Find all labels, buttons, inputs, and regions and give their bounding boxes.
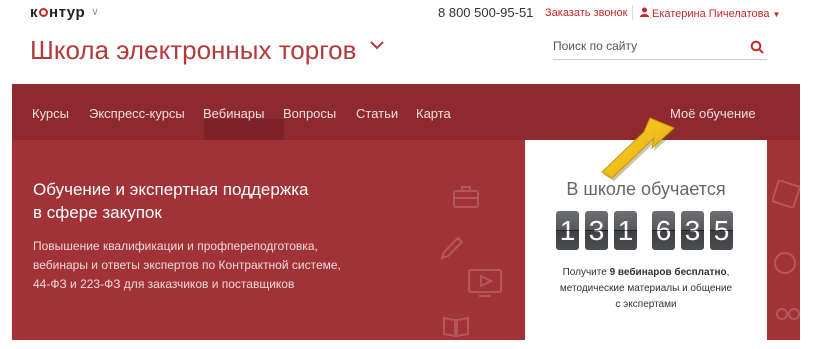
page-title[interactable]: Школа электронных торгов — [30, 35, 356, 66]
nav-item-articles[interactable]: Статьи — [356, 106, 398, 121]
law-document-icon — [772, 180, 800, 208]
kontur-logo[interactable]: к нтур — [30, 4, 85, 21]
counter-digit: 1 — [556, 211, 579, 250]
logo-text-end: нтур — [49, 4, 86, 21]
pencil-icon — [440, 236, 464, 260]
counter-digit: 3 — [585, 211, 608, 250]
free-webinars-text: 9 вебинаров бесплатно — [609, 267, 727, 278]
briefcase-icon — [453, 186, 479, 208]
nav-active-indicator — [204, 119, 284, 140]
video-screen-icon — [468, 269, 502, 297]
search-box[interactable] — [553, 34, 767, 60]
counter-note-line: Получите 9 вебинаров бесплатно, — [535, 265, 757, 281]
search-input[interactable] — [553, 34, 733, 58]
nav-item-courses[interactable]: Курсы — [32, 106, 69, 121]
logo-text-start: к — [30, 4, 39, 21]
counter-digit: 3 — [681, 211, 704, 250]
header-divider — [632, 5, 633, 20]
hero-heading-line: Обучение и экспертная поддержка — [33, 180, 309, 199]
user-icon — [640, 7, 649, 20]
logo-circle-icon — [39, 8, 49, 17]
products-chevron-icon[interactable]: ∨ — [91, 5, 99, 18]
nav-item-webinars[interactable]: Вебинары — [203, 106, 264, 121]
hero-description-line: вебинары и ответы экспертов по Контрактн… — [33, 258, 341, 272]
book-icon — [443, 316, 469, 338]
hero-heading-line: в сфере закупок — [33, 203, 162, 222]
counter-note: Получите 9 вебинаров бесплатно, методиче… — [535, 265, 757, 313]
main-nav: Курсы Экспресс-курсы Вебинары Вопросы Ст… — [12, 84, 800, 140]
yellow-pointer-arrow-icon — [601, 117, 676, 181]
counter-note-prefix: Получите — [562, 267, 610, 278]
counter-digit: 5 — [710, 211, 733, 250]
counter-digit: 1 — [614, 211, 637, 250]
nav-item-my-learning[interactable]: Моё обучение — [670, 106, 756, 121]
hero-heading: Обучение и экспертная поддержка в сфере … — [33, 178, 373, 224]
dollar-coin-icon — [774, 252, 796, 274]
counter-note-line: методические материалы и общение — [559, 283, 733, 294]
search-icon[interactable] — [750, 40, 764, 54]
callback-link[interactable]: Заказать звонок — [545, 7, 627, 19]
user-name: Екатерина Пичелатова — [652, 8, 770, 20]
hero-description-line: 44-ФЗ и 223-ФЗ для заказчиков и поставщи… — [33, 277, 295, 291]
counter-note-line: с экспертами — [615, 299, 677, 310]
nav-item-express-courses[interactable]: Экспресс-курсы — [89, 106, 185, 121]
glasses-icon — [776, 308, 800, 320]
title-chevron-icon[interactable] — [369, 38, 384, 52]
user-menu[interactable]: Екатерина Пичелатова ▼ — [640, 7, 780, 20]
nav-item-questions[interactable]: Вопросы — [283, 106, 336, 121]
user-caret-icon: ▼ — [772, 10, 781, 19]
nav-item-map[interactable]: Карта — [416, 106, 451, 121]
counter-note-suffix: , — [726, 267, 730, 278]
counter-digit: 6 — [652, 211, 675, 250]
hero-description-line: Повышение квалификации и профпереподгото… — [33, 239, 318, 253]
phone-number: 8 800 500-95-51 — [438, 5, 534, 20]
hero-description: Повышение квалификации и профпереподгото… — [33, 237, 373, 294]
